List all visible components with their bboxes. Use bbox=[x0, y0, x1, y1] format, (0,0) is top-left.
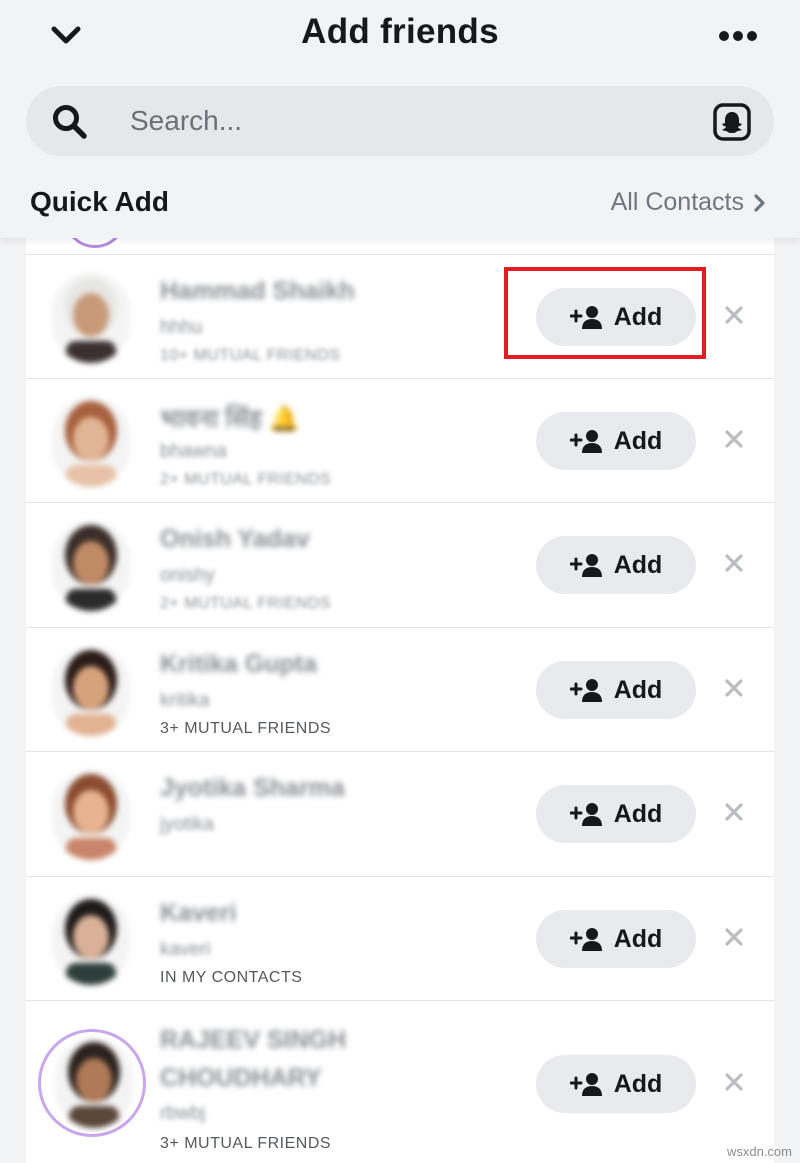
quick-add-list: Hammad Shaikh hhhu 10+ MUTUAL FRIENDS Ad… bbox=[26, 238, 774, 1163]
avatar[interactable] bbox=[52, 521, 130, 611]
friend-subtitle: 2+ MUTUAL FRIENDS bbox=[160, 595, 332, 612]
add-button-label: Add bbox=[613, 550, 663, 579]
close-icon[interactable] bbox=[720, 798, 748, 826]
avatar-ring bbox=[38, 1029, 146, 1137]
close-icon[interactable] bbox=[720, 425, 748, 453]
close-icon[interactable] bbox=[720, 301, 748, 329]
add-button-label: Add bbox=[613, 426, 663, 455]
add-user-icon bbox=[569, 803, 602, 826]
list-item[interactable]: RAJEEV SINGH CHOUDHARY rbwbj 3+ MUTUAL F… bbox=[26, 1000, 774, 1163]
search-bar bbox=[26, 86, 774, 156]
top-bar: Add friends bbox=[0, 0, 800, 72]
friend-name: भावना सिंह 🔔 bbox=[160, 405, 300, 433]
add-friend-button[interactable]: Add bbox=[536, 910, 696, 968]
all-contacts-label: All Contacts bbox=[610, 188, 744, 216]
friend-name: RAJEEV SINGH CHOUDHARY bbox=[160, 1026, 347, 1092]
add-user-icon bbox=[569, 554, 602, 577]
add-friend-button[interactable]: Add bbox=[536, 288, 696, 346]
friend-name: Kritika Gupta bbox=[160, 650, 317, 678]
friend-name: Onish Yadav bbox=[160, 525, 310, 553]
add-friend-button[interactable]: Add bbox=[536, 412, 696, 470]
friend-subtitle: 10+ MUTUAL FRIENDS bbox=[160, 347, 341, 364]
friend-subtitle: 3+ MUTUAL FRIENDS bbox=[160, 1135, 332, 1152]
add-friend-button[interactable]: Add bbox=[536, 785, 696, 843]
add-button-label: Add bbox=[613, 924, 663, 953]
all-contacts-link[interactable]: All Contacts bbox=[611, 188, 766, 217]
friend-username: kaveri bbox=[160, 939, 211, 960]
friend-username: kritika bbox=[160, 690, 210, 711]
snapcode-icon[interactable] bbox=[712, 102, 752, 142]
add-button-label: Add bbox=[613, 1069, 663, 1098]
avatar-ring bbox=[64, 238, 126, 248]
add-friend-button[interactable]: Add bbox=[536, 661, 696, 719]
add-button-label: Add bbox=[613, 302, 663, 331]
list-item[interactable]: Kaveri kaveri IN MY CONTACTS Add bbox=[26, 876, 774, 1000]
section-title: Quick Add bbox=[30, 186, 169, 217]
add-button-label: Add bbox=[613, 799, 663, 828]
avatar[interactable] bbox=[52, 646, 130, 736]
avatar[interactable] bbox=[52, 895, 130, 985]
avatar[interactable] bbox=[55, 1038, 133, 1128]
avatar[interactable] bbox=[52, 397, 130, 487]
list-item[interactable]: Onish Yadav onishy 2+ MUTUAL FRIENDS Add bbox=[26, 502, 774, 626]
avatar[interactable] bbox=[52, 273, 130, 363]
list-item[interactable]: भावना सिंह 🔔 bhawna 2+ MUTUAL FRIENDS Ad… bbox=[26, 378, 774, 502]
close-icon[interactable] bbox=[720, 549, 748, 577]
add-user-icon bbox=[569, 928, 602, 951]
quick-add-header: Quick Add All Contacts bbox=[0, 172, 800, 238]
add-user-icon bbox=[569, 306, 602, 329]
friend-name: Hammad Shaikh bbox=[160, 277, 355, 305]
friend-username: bhawna bbox=[160, 441, 227, 462]
add-friend-button[interactable]: Add bbox=[536, 1055, 696, 1113]
search-icon bbox=[53, 105, 87, 139]
list-item[interactable]: Kritika Gupta kritika 3+ MUTUAL FRIENDS … bbox=[26, 627, 774, 751]
friend-username: hhhu bbox=[160, 317, 203, 338]
avatar[interactable] bbox=[52, 770, 130, 860]
add-user-icon bbox=[569, 679, 602, 702]
watermark: wsxdn.com bbox=[726, 1144, 792, 1159]
add-user-icon bbox=[569, 1073, 602, 1096]
friend-subtitle: 3+ MUTUAL FRIENDS bbox=[160, 720, 332, 737]
friend-username: onishy bbox=[160, 565, 215, 586]
chevron-right-icon bbox=[754, 193, 765, 212]
friend-subtitle: 2+ MUTUAL FRIENDS bbox=[160, 471, 332, 488]
close-icon[interactable] bbox=[720, 923, 748, 951]
friend-name: Jyotika Sharma bbox=[160, 774, 345, 802]
friend-username: rbwbj bbox=[160, 1103, 206, 1124]
add-button-label: Add bbox=[613, 675, 663, 704]
list-item[interactable]: Jyotika Sharma jyotika Add bbox=[26, 751, 774, 875]
friend-name: Kaveri bbox=[160, 899, 237, 927]
add-friend-button[interactable]: Add bbox=[536, 536, 696, 594]
add-user-icon bbox=[569, 430, 602, 453]
more-dots-icon[interactable] bbox=[712, 20, 764, 52]
friend-subtitle: IN MY CONTACTS bbox=[160, 969, 303, 986]
friend-username: jyotika bbox=[160, 814, 214, 835]
search-input[interactable] bbox=[130, 100, 690, 142]
page-title: Add friends bbox=[301, 12, 499, 51]
list-item[interactable]: Hammad Shaikh hhhu 10+ MUTUAL FRIENDS Ad… bbox=[26, 254, 774, 378]
close-icon[interactable] bbox=[720, 674, 748, 702]
close-icon[interactable] bbox=[720, 1068, 748, 1096]
